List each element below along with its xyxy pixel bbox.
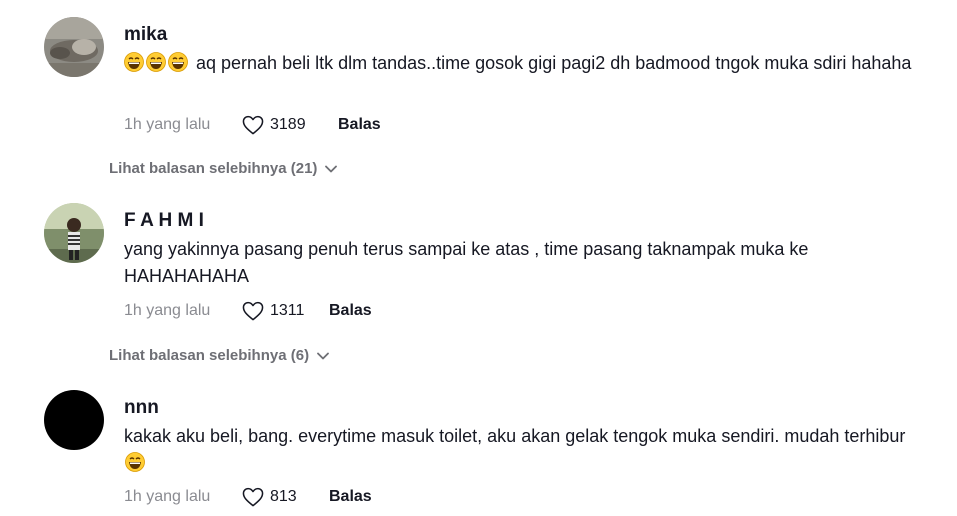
timestamp: 1h yang lalu [124, 116, 211, 133]
like-button[interactable]: 813 [242, 487, 329, 507]
view-replies-label: Lihat balasan selebihnya (21) [109, 160, 318, 177]
avatar[interactable] [44, 390, 104, 450]
view-more-replies[interactable]: Lihat balasan selebihnya (6) [109, 347, 329, 364]
comment-text: kakak aku beli, bang. everytime masuk to… [124, 423, 924, 477]
comment-meta: 1h yang lalu 1311 Balas [124, 299, 372, 323]
laughing-face-icon [124, 52, 144, 72]
reply-button[interactable]: Balas [338, 116, 381, 134]
username[interactable]: mika [124, 24, 167, 46]
reply-button[interactable]: Balas [329, 488, 372, 506]
timestamp: 1h yang lalu [124, 302, 211, 319]
comment-meta: 1h yang lalu 813 Balas [124, 485, 372, 509]
chevron-down-icon [325, 165, 338, 172]
like-button[interactable]: 1311 [242, 301, 329, 321]
heart-icon [242, 301, 264, 321]
like-count: 3189 [270, 116, 306, 133]
comment-text: aq pernah beli ltk dlm tandas..time goso… [124, 50, 924, 77]
laughing-face-icon [168, 52, 188, 72]
like-button[interactable]: 3189 [242, 115, 338, 135]
like-count: 813 [270, 488, 297, 505]
like-count: 1311 [270, 302, 305, 319]
timestamp: 1h yang lalu [124, 488, 211, 505]
comment-text-body: kakak aku beli, bang. everytime masuk to… [124, 426, 906, 446]
username[interactable]: nnn [124, 397, 159, 419]
view-more-replies[interactable]: Lihat balasan selebihnya (21) [109, 160, 338, 177]
comment-text: yang yakinnya pasang penuh terus sampai … [124, 239, 809, 286]
comment-text-body: aq pernah beli ltk dlm tandas..time goso… [196, 53, 912, 73]
comment-meta: 1h yang lalu 3189 Balas [124, 113, 381, 137]
avatar[interactable] [44, 203, 104, 263]
username[interactable]: F A H M I [124, 210, 204, 232]
chevron-down-icon [317, 352, 329, 359]
reply-button[interactable]: Balas [329, 302, 372, 320]
laughing-face-icon [125, 452, 145, 472]
heart-icon [242, 115, 264, 135]
avatar[interactable] [44, 17, 104, 77]
laughing-face-icon [146, 52, 166, 72]
view-replies-label: Lihat balasan selebihnya (6) [109, 347, 310, 364]
heart-icon [242, 487, 264, 507]
